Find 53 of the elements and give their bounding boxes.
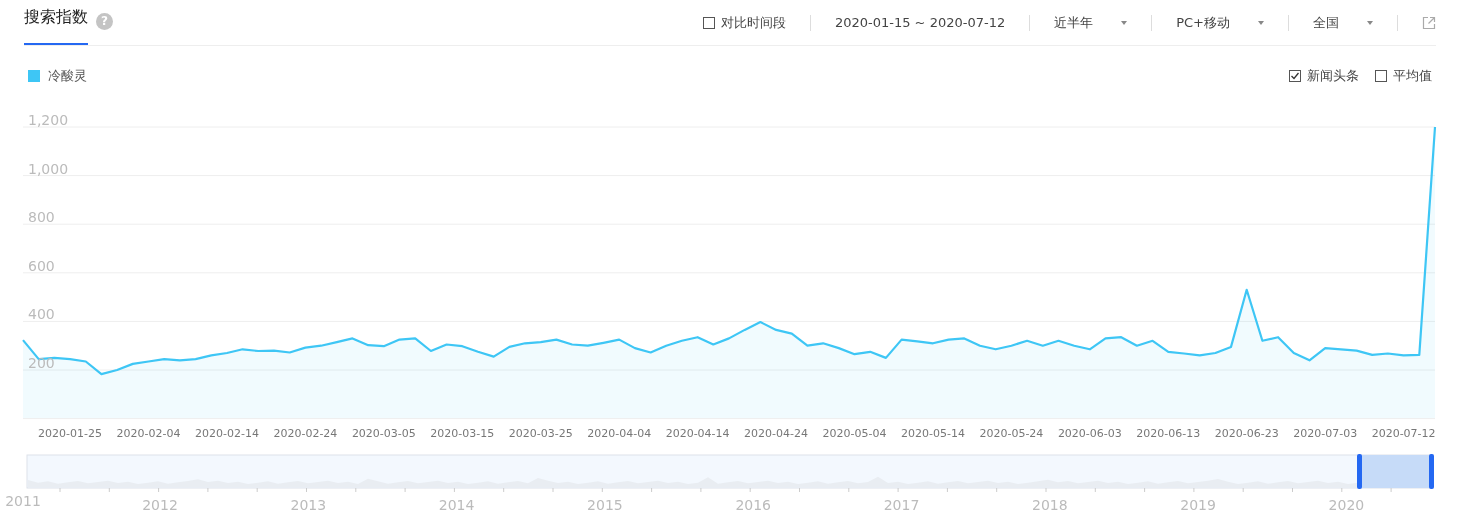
caret-icon[interactable] [1121,21,1128,25]
legend-label: 冷酸灵 [48,66,87,85]
dropdown[interactable]: PC+移动 [1176,13,1230,33]
year-label: 2012 [142,497,178,513]
x-axis-label: 2020-06-23 [1214,427,1279,440]
selected-range[interactable] [1360,455,1432,488]
range-handle[interactable] [1429,454,1434,489]
external-link-icon[interactable] [1422,16,1436,30]
y-axis-label: 600 [28,257,55,274]
x-axis-label: 2020-03-25 [508,427,573,440]
toggle-label[interactable]: 新闻头条 [1307,65,1359,86]
caret-icon[interactable] [1367,21,1373,25]
y-axis-label: 800 [28,209,55,226]
date-range-picker[interactable]: 2020-01-15 ~ 2020-07-12 [834,13,1006,33]
x-axis-label: 2020-02-24 [273,427,338,440]
x-axis-label: 2020-07-03 [1293,427,1358,440]
x-axis-label: 2020-01-25 [38,427,103,440]
x-axis-label: 2020-04-14 [665,427,730,440]
range-handle[interactable] [1357,454,1362,489]
y-axis-label: 1,200 [28,112,69,128]
toggle-label[interactable]: 平均值 [1393,65,1432,86]
x-axis-label: 2020-02-04 [116,427,181,440]
year-label: 2011 [5,493,41,509]
x-axis-label: 2020-05-14 [901,427,965,440]
y-axis-label: 400 [28,306,55,323]
y-axis-label: 200 [28,355,55,371]
year-label: 2018 [1032,497,1068,513]
dropdown[interactable]: 近半年 [1054,13,1094,33]
dropdown[interactable]: 全国 [1313,13,1339,33]
x-axis-label: 2020-05-24 [979,427,1044,440]
year-label: 2020 [1328,497,1365,513]
year-label: 2014 [438,497,475,513]
year-label: 2017 [883,497,920,513]
x-axis-label: 2020-03-05 [351,427,416,440]
checkbox[interactable] [1289,69,1301,82]
caret-icon[interactable] [1258,21,1264,25]
x-axis-label: 2020-07-12 [1371,427,1436,440]
checkbox[interactable] [1375,69,1387,82]
year-label: 2015 [587,497,623,513]
year-label: 2016 [735,497,771,513]
x-axis-label: 2020-05-04 [822,427,887,440]
year-label: 2019 [1180,497,1216,513]
x-axis-label: 2020-06-13 [1136,427,1201,440]
x-axis-label: 2020-04-24 [744,427,809,440]
x-axis-label: 2020-03-15 [430,427,495,440]
search-index-tab[interactable]: 搜索指数 [24,0,88,45]
x-axis-label: 2020-06-03 [1057,427,1122,440]
compare-label[interactable]: 对比时间段 [720,13,786,33]
y-axis-label: 1,000 [28,160,69,177]
x-axis-label: 2020-04-04 [587,427,652,440]
x-axis-label: 2020-02-14 [195,427,259,440]
checkbox[interactable] [702,17,715,29]
year-label: 2013 [290,497,327,513]
